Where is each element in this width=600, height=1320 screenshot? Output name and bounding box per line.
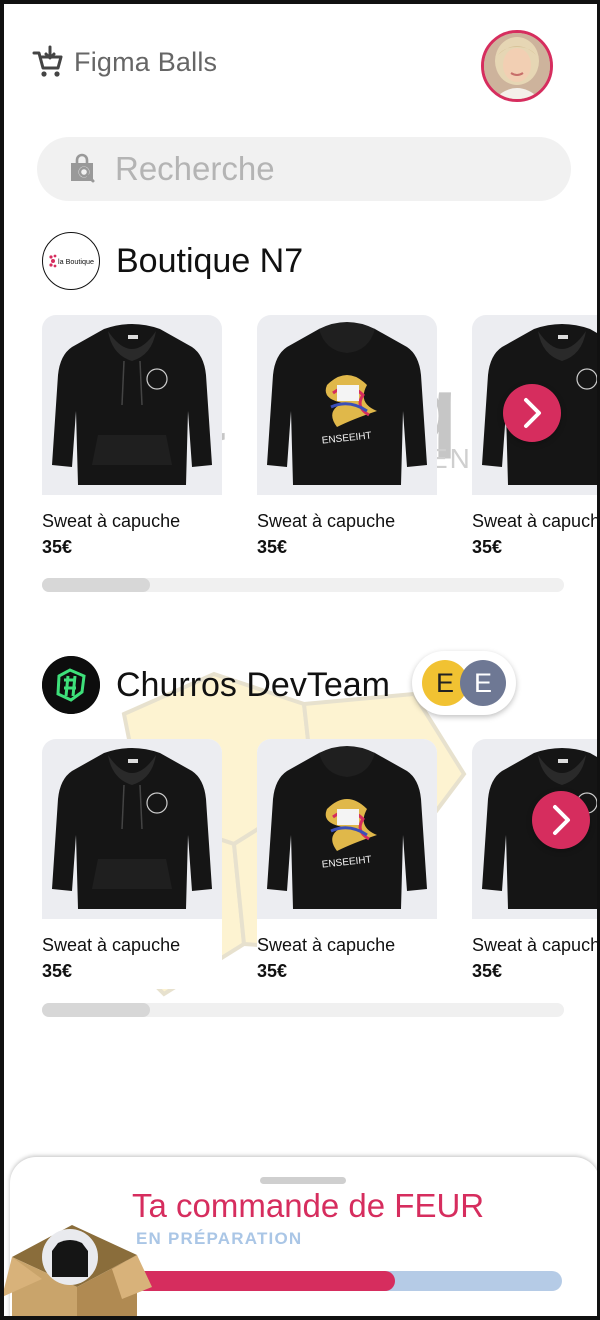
chevron-right-icon — [553, 805, 570, 835]
product-price: 35€ — [257, 537, 288, 557]
product-card[interactable]: ENSEEIHT Sweat à capuche 35€ — [257, 315, 437, 565]
shop-logo — [42, 656, 100, 714]
parcel-box-icon — [4, 1225, 152, 1316]
shop-section-boutique-n7: la Boutique Boutique N7 a q ENS — [4, 231, 600, 601]
order-title: Ta commande de FEUR — [132, 1187, 485, 1224]
product-price: 35€ — [257, 961, 288, 981]
product-card[interactable]: ENSEEIHT Sweat à capuche 35€ — [257, 739, 437, 989]
product-name: Sweat à capuche — [257, 511, 396, 531]
product-price: 35€ — [472, 537, 503, 557]
app-header: Figma Balls — [32, 42, 217, 82]
product-name: Sweat à capuche — [472, 935, 600, 955]
shopping-bag-search-icon — [71, 153, 95, 183]
order-sheet[interactable]: Ta commande de FEUR EN PRÉPARATION — [4, 1157, 597, 1316]
product-card[interactable]: Sweat à capuche 35€ — [42, 739, 222, 989]
shop-header[interactable]: Churros DevTeam — [42, 655, 390, 715]
product-card[interactable]: Sweat à capuche 35€ — [472, 739, 600, 989]
order-progress-fill — [134, 1271, 396, 1291]
member-avatar: E — [460, 660, 506, 706]
shop-section-churros-devteam: Churros DevTeam E E Sweat à capuche 35€ … — [4, 651, 600, 1025]
carousel-next-button[interactable] — [503, 384, 561, 442]
product-image — [42, 739, 222, 919]
product-price: 35€ — [42, 961, 73, 981]
scrollbar-thumb[interactable] — [42, 578, 150, 592]
carousel-next-button[interactable] — [532, 791, 590, 849]
product-card[interactable]: Sweat à capuche 35€ — [42, 315, 222, 565]
product-image: ENSEEIHT — [257, 315, 437, 495]
cart-icon[interactable] — [32, 45, 64, 79]
product-name: Sweat à capuche — [257, 935, 396, 955]
order-status: EN PRÉPARATION — [136, 1229, 303, 1248]
search-bar[interactable] — [37, 137, 571, 201]
carousel-scrollbar[interactable] — [42, 578, 564, 592]
sheet-drag-handle[interactable] — [260, 1177, 346, 1184]
product-image — [42, 315, 222, 495]
team-members[interactable]: E E — [412, 651, 516, 715]
product-name: Sweat à capuche — [472, 511, 600, 531]
shop-logo: la Boutique — [42, 232, 100, 290]
product-price: 35€ — [472, 961, 503, 981]
user-avatar[interactable] — [481, 30, 553, 102]
product-image: ENSEEIHT — [257, 739, 437, 919]
scrollbar-thumb[interactable] — [42, 1003, 150, 1017]
shop-name: Boutique N7 — [116, 241, 304, 280]
product-carousel[interactable]: Sweat à capuche 35€ ENSEEIHT Sweat à cap… — [4, 739, 600, 995]
product-price: 35€ — [42, 537, 73, 557]
app-frame: Figma Balls Recherche la Boutique Boutiq… — [0, 0, 600, 1320]
product-carousel[interactable]: Sweat à capuche 35€ ENSEEIHT Sweat à cap… — [4, 315, 600, 571]
app-title: Figma Balls — [74, 46, 218, 77]
shop-name: Churros DevTeam — [116, 665, 390, 704]
shop-header[interactable]: la Boutique Boutique N7 — [42, 231, 303, 291]
product-name: Sweat à capuche — [42, 511, 181, 531]
chevron-right-icon — [524, 398, 541, 428]
product-name: Sweat à capuche — [42, 935, 181, 955]
carousel-scrollbar[interactable] — [42, 1003, 564, 1017]
shop-logo-text: la Boutique — [58, 257, 94, 266]
order-progress-bar — [134, 1271, 562, 1291]
search-input[interactable] — [115, 150, 535, 188]
